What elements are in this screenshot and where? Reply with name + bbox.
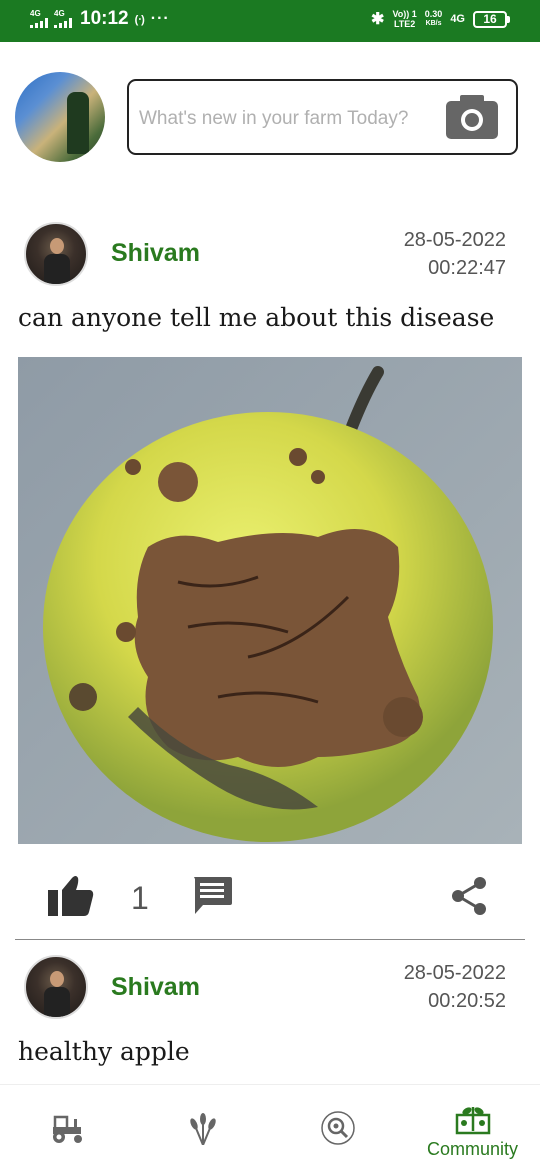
bluetooth-icon: ✱ [371, 11, 385, 28]
post-input[interactable] [139, 103, 439, 135]
post-date-2: 28-05-2022 [403, 962, 506, 984]
post-divider [15, 939, 525, 940]
comment-icon[interactable] [191, 876, 233, 916]
nav-community[interactable]: Community [405, 1085, 540, 1170]
user-avatar[interactable] [15, 72, 105, 162]
post-date: 28-05-2022 [403, 229, 506, 251]
community-icon [455, 1107, 490, 1135]
like-icon[interactable] [48, 874, 94, 916]
network-type-label: 4G [30, 9, 41, 18]
post-composer[interactable] [127, 79, 518, 155]
signal-icon: 4G [30, 10, 48, 28]
post-time-2: 00:20:52 [428, 990, 506, 1012]
post-time: 00:22:47 [428, 257, 506, 279]
bottom-navigation: Community [0, 1084, 540, 1170]
post-text: can anyone tell me about this disease [18, 303, 495, 332]
network-type-4g: 4G [450, 13, 465, 25]
camera-icon[interactable] [446, 93, 498, 139]
nav-community-label: Community [426, 1139, 519, 1159]
post-image-diseased-apple[interactable] [18, 357, 522, 844]
nav-crops[interactable] [135, 1085, 270, 1170]
post-author-avatar[interactable] [24, 222, 88, 286]
post-text-2: healthy apple [18, 1037, 190, 1066]
more-notifications-icon: ··· [150, 10, 170, 27]
battery-level: 16 [473, 10, 507, 28]
network-speed: 0.30 KB/s [424, 9, 443, 27]
signal-icon-2: 4G [54, 10, 72, 28]
post-author-name-2[interactable]: Shivam [111, 973, 200, 1002]
battery-icon: 16 [473, 10, 510, 28]
share-icon[interactable] [450, 876, 488, 916]
nav-tractor[interactable] [0, 1085, 135, 1170]
post-author-name[interactable]: Shivam [111, 239, 200, 268]
wheat-icon [189, 1113, 216, 1145]
like-count: 1 [131, 880, 149, 916]
post-author-avatar-2[interactable] [24, 955, 88, 1019]
tractor-icon [52, 1115, 82, 1143]
clock: 10:12 [80, 8, 129, 29]
hotspot-icon: (ᐧ) [134, 13, 145, 26]
network-type-label-2: 4G [54, 9, 65, 18]
nav-crop-scan[interactable] [270, 1085, 405, 1170]
crop-scan-icon [320, 1111, 355, 1145]
status-bar: 4G 4G 10:12 (ᐧ) ··· ✱ Vo)) 1 LTE2 0.30 K… [0, 0, 540, 42]
volte-indicator: Vo)) 1 LTE2 [392, 9, 417, 29]
